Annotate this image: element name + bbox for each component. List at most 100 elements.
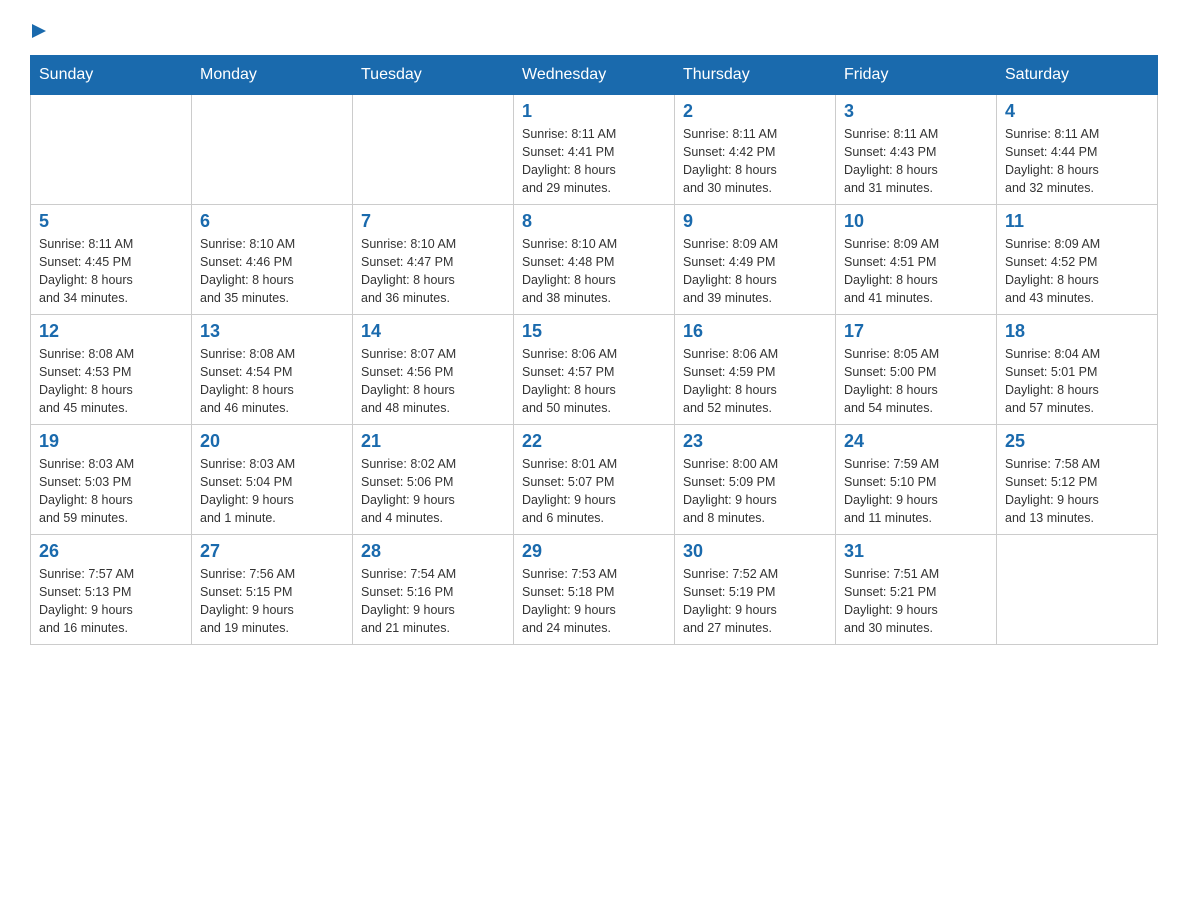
calendar-cell: 17 Sunrise: 8:05 AM Sunset: 5:00 PM Dayli… xyxy=(836,314,997,424)
day-number: 11 xyxy=(1005,211,1149,232)
day-number: 1 xyxy=(522,101,666,122)
day-number: 9 xyxy=(683,211,827,232)
day-number: 8 xyxy=(522,211,666,232)
day-of-week-sunday: Sunday xyxy=(31,55,192,94)
calendar-cell: 28 Sunrise: 7:54 AM Sunset: 5:16 PM Dayli… xyxy=(353,534,514,644)
day-number: 2 xyxy=(683,101,827,122)
day-number: 17 xyxy=(844,321,988,342)
calendar-cell xyxy=(353,94,514,204)
calendar-cell: 19Sunrise: 8:03 AM Sunset: 5:03 PM Dayli… xyxy=(31,424,192,534)
calendar-table: SundayMondayTuesdayWednesdayThursdayFrid… xyxy=(30,55,1158,645)
day-info: Sunrise: 8:03 AM Sunset: 5:04 PM Dayligh… xyxy=(200,455,344,528)
day-number: 18 xyxy=(1005,321,1149,342)
calendar-week-row: 19Sunrise: 8:03 AM Sunset: 5:03 PM Dayli… xyxy=(31,424,1158,534)
day-of-week-wednesday: Wednesday xyxy=(514,55,675,94)
day-number: 24 xyxy=(844,431,988,452)
day-info: Sunrise: 8:07 AM Sunset: 4:56 PM Dayligh… xyxy=(361,345,505,418)
calendar-week-row: 5Sunrise: 8:11 AM Sunset: 4:45 PM Daylig… xyxy=(31,204,1158,314)
day-info: Sunrise: 8:11 AM Sunset: 4:43 PM Dayligh… xyxy=(844,125,988,198)
day-info: Sunrise: 8:06 AM Sunset: 4:57 PM Dayligh… xyxy=(522,345,666,418)
day-number: 3 xyxy=(844,101,988,122)
day-info: Sunrise: 8:04 AM Sunset: 5:01 PM Dayligh… xyxy=(1005,345,1149,418)
calendar-cell: 10Sunrise: 8:09 AM Sunset: 4:51 PM Dayli… xyxy=(836,204,997,314)
calendar-cell: 23 Sunrise: 8:00 AM Sunset: 5:09 PM Dayli… xyxy=(675,424,836,534)
day-info: Sunrise: 8:11 AM Sunset: 4:41 PM Dayligh… xyxy=(522,125,666,198)
calendar-cell: 29 Sunrise: 7:53 AM Sunset: 5:18 PM Dayli… xyxy=(514,534,675,644)
day-number: 12 xyxy=(39,321,183,342)
day-number: 15 xyxy=(522,321,666,342)
day-info: Sunrise: 8:11 AM Sunset: 4:45 PM Dayligh… xyxy=(39,235,183,308)
calendar-cell: 24 Sunrise: 7:59 AM Sunset: 5:10 PM Dayli… xyxy=(836,424,997,534)
calendar-cell: 1 Sunrise: 8:11 AM Sunset: 4:41 PM Daylig… xyxy=(514,94,675,204)
day-number: 28 xyxy=(361,541,505,562)
calendar-cell xyxy=(997,534,1158,644)
calendar-cell: 31Sunrise: 7:51 AM Sunset: 5:21 PM Dayli… xyxy=(836,534,997,644)
calendar-cell: 25 Sunrise: 7:58 AM Sunset: 5:12 PM Dayli… xyxy=(997,424,1158,534)
calendar-cell: 4Sunrise: 8:11 AM Sunset: 4:44 PM Daylig… xyxy=(997,94,1158,204)
calendar-cell: 7Sunrise: 8:10 AM Sunset: 4:47 PM Daylig… xyxy=(353,204,514,314)
logo-arrow-icon xyxy=(32,22,50,40)
calendar-cell: 22 Sunrise: 8:01 AM Sunset: 5:07 PM Dayli… xyxy=(514,424,675,534)
day-number: 25 xyxy=(1005,431,1149,452)
day-info: Sunrise: 7:57 AM Sunset: 5:13 PM Dayligh… xyxy=(39,565,183,638)
calendar-cell: 2 Sunrise: 8:11 AM Sunset: 4:42 PM Daylig… xyxy=(675,94,836,204)
calendar-week-row: 12 Sunrise: 8:08 AM Sunset: 4:53 PM Dayli… xyxy=(31,314,1158,424)
day-info: Sunrise: 8:05 AM Sunset: 5:00 PM Dayligh… xyxy=(844,345,988,418)
day-number: 21 xyxy=(361,431,505,452)
calendar-cell: 12 Sunrise: 8:08 AM Sunset: 4:53 PM Dayli… xyxy=(31,314,192,424)
day-info: Sunrise: 7:54 AM Sunset: 5:16 PM Dayligh… xyxy=(361,565,505,638)
day-info: Sunrise: 8:11 AM Sunset: 4:44 PM Dayligh… xyxy=(1005,125,1149,198)
day-info: Sunrise: 8:08 AM Sunset: 4:53 PM Dayligh… xyxy=(39,345,183,418)
day-number: 26 xyxy=(39,541,183,562)
calendar-cell: 26 Sunrise: 7:57 AM Sunset: 5:13 PM Dayli… xyxy=(31,534,192,644)
day-number: 27 xyxy=(200,541,344,562)
calendar-cell: 5Sunrise: 8:11 AM Sunset: 4:45 PM Daylig… xyxy=(31,204,192,314)
page-header xyxy=(30,20,1158,45)
day-info: Sunrise: 7:58 AM Sunset: 5:12 PM Dayligh… xyxy=(1005,455,1149,528)
calendar-cell: 6 Sunrise: 8:10 AM Sunset: 4:46 PM Daylig… xyxy=(192,204,353,314)
calendar-header-row: SundayMondayTuesdayWednesdayThursdayFrid… xyxy=(31,55,1158,94)
day-number: 6 xyxy=(200,211,344,232)
calendar-cell: 20Sunrise: 8:03 AM Sunset: 5:04 PM Dayli… xyxy=(192,424,353,534)
day-info: Sunrise: 8:02 AM Sunset: 5:06 PM Dayligh… xyxy=(361,455,505,528)
day-info: Sunrise: 7:53 AM Sunset: 5:18 PM Dayligh… xyxy=(522,565,666,638)
day-of-week-monday: Monday xyxy=(192,55,353,94)
day-info: Sunrise: 7:56 AM Sunset: 5:15 PM Dayligh… xyxy=(200,565,344,638)
day-number: 22 xyxy=(522,431,666,452)
day-info: Sunrise: 8:01 AM Sunset: 5:07 PM Dayligh… xyxy=(522,455,666,528)
calendar-cell: 16Sunrise: 8:06 AM Sunset: 4:59 PM Dayli… xyxy=(675,314,836,424)
calendar-week-row: 1 Sunrise: 8:11 AM Sunset: 4:41 PM Daylig… xyxy=(31,94,1158,204)
day-of-week-tuesday: Tuesday xyxy=(353,55,514,94)
calendar-cell: 21 Sunrise: 8:02 AM Sunset: 5:06 PM Dayli… xyxy=(353,424,514,534)
day-info: Sunrise: 8:11 AM Sunset: 4:42 PM Dayligh… xyxy=(683,125,827,198)
day-number: 31 xyxy=(844,541,988,562)
calendar-cell: 9 Sunrise: 8:09 AM Sunset: 4:49 PM Daylig… xyxy=(675,204,836,314)
day-info: Sunrise: 7:59 AM Sunset: 5:10 PM Dayligh… xyxy=(844,455,988,528)
day-info: Sunrise: 8:08 AM Sunset: 4:54 PM Dayligh… xyxy=(200,345,344,418)
day-number: 23 xyxy=(683,431,827,452)
calendar-body: 1 Sunrise: 8:11 AM Sunset: 4:41 PM Daylig… xyxy=(31,94,1158,644)
calendar-week-row: 26 Sunrise: 7:57 AM Sunset: 5:13 PM Dayli… xyxy=(31,534,1158,644)
day-number: 29 xyxy=(522,541,666,562)
day-of-week-friday: Friday xyxy=(836,55,997,94)
logo xyxy=(30,20,50,45)
calendar-cell: 18 Sunrise: 8:04 AM Sunset: 5:01 PM Dayli… xyxy=(997,314,1158,424)
calendar-cell xyxy=(31,94,192,204)
day-number: 30 xyxy=(683,541,827,562)
calendar-cell: 27 Sunrise: 7:56 AM Sunset: 5:15 PM Dayli… xyxy=(192,534,353,644)
calendar-cell: 15 Sunrise: 8:06 AM Sunset: 4:57 PM Dayli… xyxy=(514,314,675,424)
day-number: 14 xyxy=(361,321,505,342)
day-info: Sunrise: 7:52 AM Sunset: 5:19 PM Dayligh… xyxy=(683,565,827,638)
day-info: Sunrise: 8:10 AM Sunset: 4:46 PM Dayligh… xyxy=(200,235,344,308)
day-info: Sunrise: 8:06 AM Sunset: 4:59 PM Dayligh… xyxy=(683,345,827,418)
day-number: 10 xyxy=(844,211,988,232)
calendar-cell: 3 Sunrise: 8:11 AM Sunset: 4:43 PM Daylig… xyxy=(836,94,997,204)
day-of-week-saturday: Saturday xyxy=(997,55,1158,94)
calendar-cell: 8Sunrise: 8:10 AM Sunset: 4:48 PM Daylig… xyxy=(514,204,675,314)
day-number: 19 xyxy=(39,431,183,452)
calendar-cell: 11Sunrise: 8:09 AM Sunset: 4:52 PM Dayli… xyxy=(997,204,1158,314)
day-info: Sunrise: 8:09 AM Sunset: 4:49 PM Dayligh… xyxy=(683,235,827,308)
day-info: Sunrise: 8:00 AM Sunset: 5:09 PM Dayligh… xyxy=(683,455,827,528)
calendar-cell xyxy=(192,94,353,204)
calendar-cell: 13Sunrise: 8:08 AM Sunset: 4:54 PM Dayli… xyxy=(192,314,353,424)
